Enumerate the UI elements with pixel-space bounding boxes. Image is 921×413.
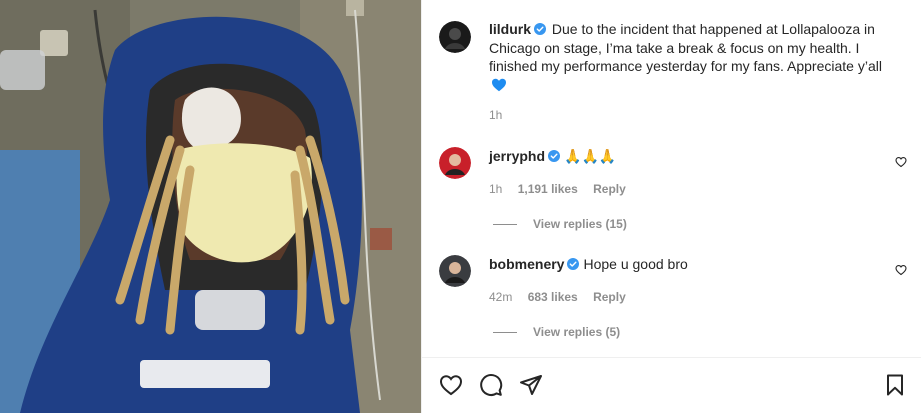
comment-meta: 1h 1,191 likes Reply: [489, 182, 638, 196]
reply-button[interactable]: Reply: [593, 182, 626, 196]
comment-like-icon[interactable]: [895, 264, 907, 276]
view-replies-button[interactable]: View replies (5): [493, 325, 620, 339]
comment-username[interactable]: bobmenery: [489, 256, 564, 272]
comment-text: 🙏🙏🙏: [564, 148, 617, 164]
view-replies-label: View replies (15): [533, 217, 627, 231]
verified-badge-icon: [567, 258, 580, 270]
commenter-avatar[interactable]: [439, 255, 471, 287]
post-photo[interactable]: [0, 0, 421, 413]
comment-username[interactable]: jerryphd: [489, 148, 545, 164]
heart-icon[interactable]: [439, 373, 463, 397]
post-detail-panel: lildurk Due to the incident that happene…: [421, 0, 921, 413]
view-replies-label: View replies (5): [533, 325, 621, 339]
author-username[interactable]: lildurk: [489, 21, 531, 37]
actions-divider: [422, 357, 921, 358]
replies-divider-line: [493, 331, 517, 333]
verified-badge-icon: [548, 150, 561, 162]
post-photo-illustration: [0, 0, 421, 413]
post-time: 1h: [489, 108, 503, 122]
replies-divider-line: [493, 223, 517, 225]
view-replies-button[interactable]: View replies (15): [493, 217, 627, 231]
caption-text: Due to the incident that happened at Lol…: [489, 21, 882, 74]
comment: jerryphd 🙏🙏🙏: [489, 147, 616, 165]
comment-likes[interactable]: 1,191 likes: [518, 182, 578, 196]
post-meta: 1h: [489, 108, 514, 122]
bookmark-icon[interactable]: [883, 373, 907, 397]
blue-heart-icon: [491, 77, 507, 93]
share-icon[interactable]: [519, 373, 543, 397]
comment-text: Hope u good bro: [583, 256, 688, 272]
comment-icon[interactable]: [479, 373, 503, 397]
verified-badge-icon: [534, 23, 547, 35]
commenter-avatar[interactable]: [439, 147, 471, 179]
comment-likes[interactable]: 683 likes: [528, 290, 578, 304]
comment-time: 42m: [489, 290, 513, 304]
post-caption: lildurk Due to the incident that happene…: [489, 20, 901, 94]
comment-like-icon[interactable]: [895, 156, 907, 168]
comment-meta: 42m 683 likes Reply: [489, 290, 638, 304]
author-avatar[interactable]: [439, 21, 471, 53]
reply-button[interactable]: Reply: [593, 290, 626, 304]
comment: bobmenery Hope u good bro: [489, 255, 688, 273]
comment-time: 1h: [489, 182, 503, 196]
